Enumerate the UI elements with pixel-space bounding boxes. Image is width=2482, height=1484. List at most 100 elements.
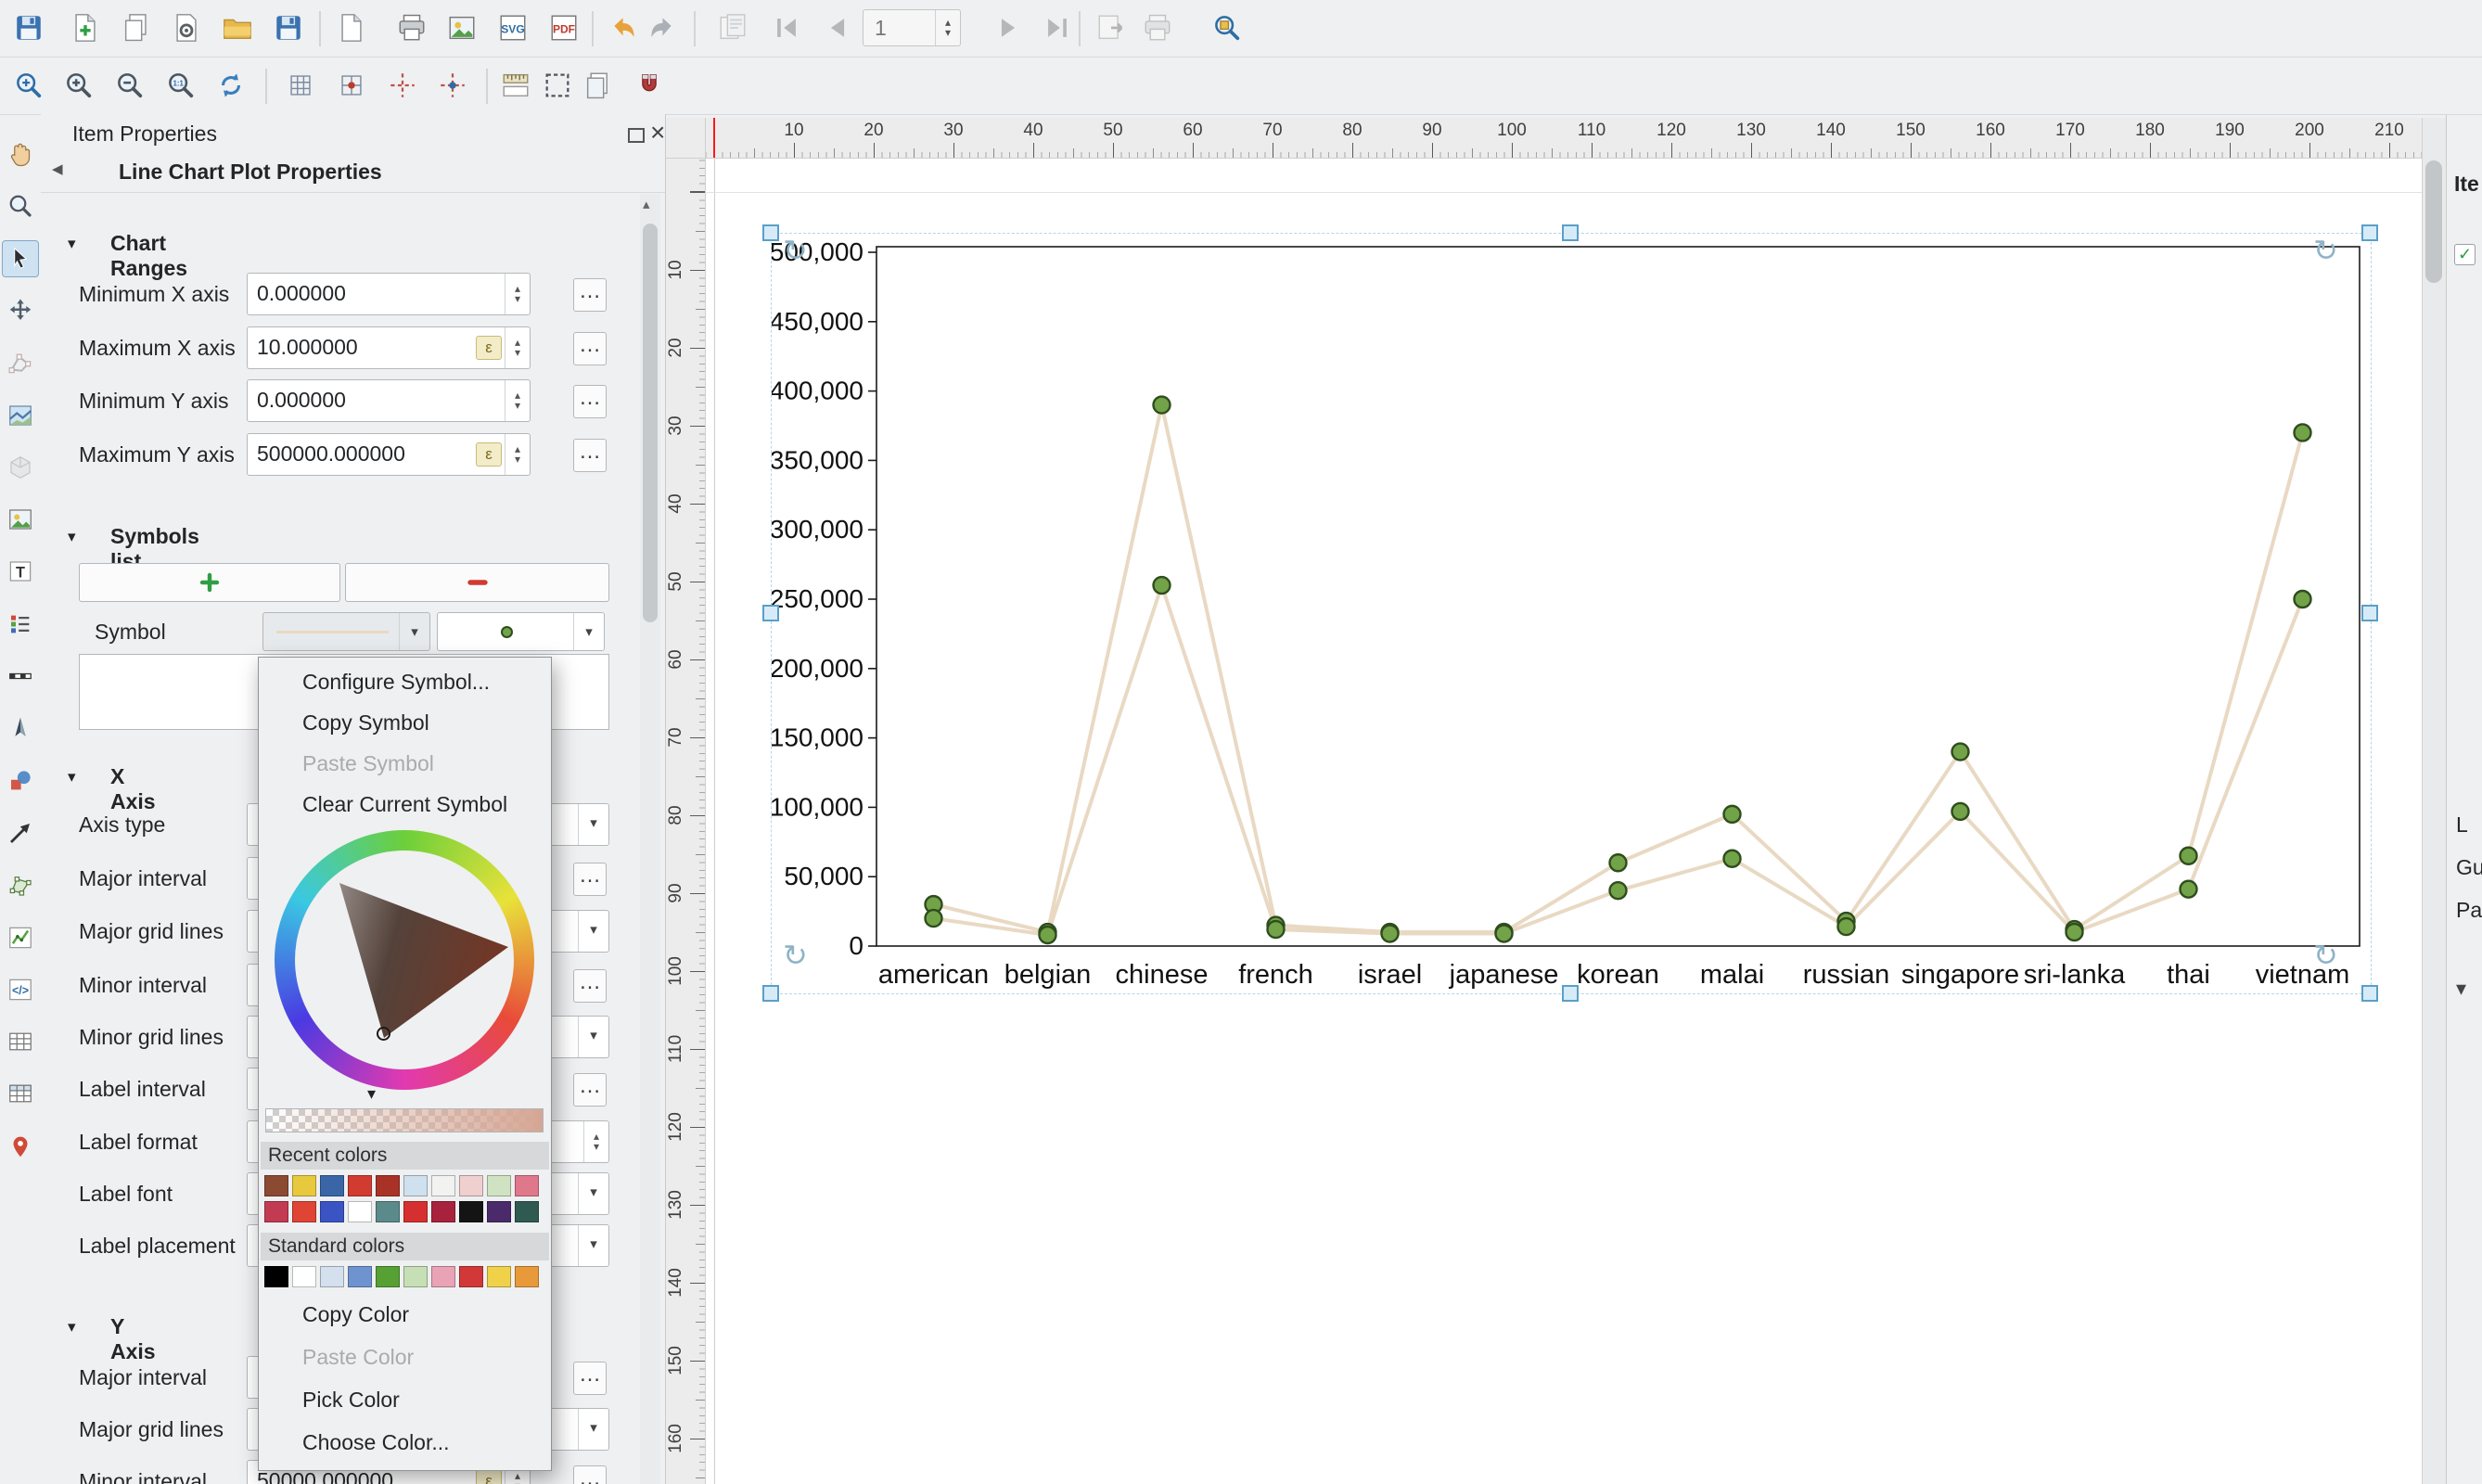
save-layout-button[interactable]: [268, 7, 309, 48]
add-arrow-tool[interactable]: [3, 815, 38, 851]
standard-color-swatch-1[interactable]: [264, 1266, 288, 1287]
minimum-x-axis-data-defined-button[interactable]: …: [573, 278, 607, 312]
selection-handle-top-center[interactable]: [1562, 224, 1579, 241]
standard-color-swatch-5[interactable]: [376, 1266, 400, 1287]
selection-handle-bottom-left[interactable]: [762, 985, 779, 1002]
standard-color-swatch-4[interactable]: [348, 1266, 372, 1287]
layout-manager-button[interactable]: [166, 7, 207, 48]
export-as-image-button[interactable]: [441, 7, 482, 48]
label-format-spin-buttons[interactable]: ▴▾: [583, 1121, 608, 1162]
minimum-y-axis-field[interactable]: 0.000000▴▾: [247, 379, 531, 422]
maximum-x-axis-data-defined-button[interactable]: …: [573, 332, 607, 365]
canvas-scrollbar-thumb[interactable]: [2425, 160, 2442, 283]
clear-current-symbol-menu-item[interactable]: Clear Current Symbol: [260, 784, 550, 825]
undo-button[interactable]: [604, 7, 645, 48]
duplicate-layout-button[interactable]: [116, 7, 157, 48]
maximum-x-axis-spin-buttons[interactable]: ▴▾: [505, 327, 530, 368]
recent-color-swatch-9[interactable]: [487, 1175, 511, 1196]
remove-symbol-button[interactable]: [345, 563, 609, 602]
standard-color-swatch-6[interactable]: [403, 1266, 428, 1287]
chart-layout-item[interactable]: 050,000100,000150,000200,000250,000300,0…: [771, 233, 2372, 994]
recent-color-swatch-7[interactable]: [431, 1175, 455, 1196]
add-fixed-table-tool[interactable]: [3, 1076, 38, 1111]
major-interval-data-defined-button[interactable]: …: [573, 1362, 607, 1395]
minimum-x-axis-spin-buttons[interactable]: ▴▾: [505, 274, 530, 314]
zoom-full-button[interactable]: [8, 65, 49, 106]
recent-color-swatch-5[interactable]: [376, 1201, 400, 1222]
recent-color-swatch-9[interactable]: [487, 1201, 511, 1222]
item-visibility-checkbox[interactable]: ✓: [2454, 244, 2476, 265]
recent-color-swatch-3[interactable]: [320, 1175, 344, 1196]
standard-color-swatch-8[interactable]: [459, 1266, 483, 1287]
add-marker-tool[interactable]: [3, 1129, 38, 1164]
snap-to-items-button[interactable]: [629, 65, 670, 106]
symbol-marker-combo[interactable]: ▾: [437, 612, 605, 651]
recent-color-swatch-10[interactable]: [515, 1201, 539, 1222]
recent-color-swatch-8[interactable]: [459, 1175, 483, 1196]
minimum-x-axis-field[interactable]: 0.000000▴▾: [247, 273, 531, 315]
show-bounding-boxes-button[interactable]: [537, 65, 578, 106]
label-interval-data-defined-button[interactable]: …: [573, 1073, 607, 1107]
selection-handle-bottom-right[interactable]: [2361, 985, 2378, 1002]
zoom-tool[interactable]: [3, 188, 38, 224]
add-scalebar-tool[interactable]: [3, 659, 38, 694]
recent-color-swatch-2[interactable]: [292, 1175, 316, 1196]
page-setup-button[interactable]: [331, 7, 372, 48]
maximum-y-axis-data-defined-button[interactable]: …: [573, 439, 607, 472]
recent-color-swatch-6[interactable]: [403, 1201, 428, 1222]
show-grid-button[interactable]: [280, 65, 321, 106]
maximum-y-axis-spin-buttons[interactable]: ▴▾: [505, 434, 530, 475]
close-panel-button[interactable]: ×: [650, 118, 665, 147]
choose-color-menu-item[interactable]: Choose Color...: [260, 1422, 550, 1463]
save-project-button[interactable]: [8, 7, 49, 48]
standard-color-swatch-2[interactable]: [292, 1266, 316, 1287]
pan-layout-tool[interactable]: [3, 136, 38, 172]
major-interval-data-defined-button[interactable]: …: [573, 863, 607, 896]
copy-symbol-menu-item[interactable]: Copy Symbol: [260, 702, 550, 743]
recent-color-swatch-8[interactable]: [459, 1201, 483, 1222]
selection-handle-middle-right[interactable]: [2361, 605, 2378, 621]
symbol-line-combo[interactable]: ▾: [262, 612, 430, 651]
open-layout-button[interactable]: [217, 7, 258, 48]
zoom-actual-size-button[interactable]: 1:1: [160, 65, 201, 106]
add-label-tool[interactable]: T: [3, 554, 38, 589]
spinbox-arrows[interactable]: ▴▾: [935, 10, 960, 45]
show-guides-button[interactable]: [382, 65, 423, 106]
add-symbol-button[interactable]: [79, 563, 340, 602]
select-move-item-tool[interactable]: [3, 241, 38, 276]
preview-atlas-button[interactable]: [1207, 7, 1247, 48]
show-pages-button[interactable]: [578, 65, 619, 106]
standard-color-swatch-7[interactable]: [431, 1266, 455, 1287]
color-wheel[interactable]: [275, 830, 534, 1090]
alpha-slider[interactable]: [265, 1108, 544, 1132]
add-attribute-table-tool[interactable]: [3, 1024, 38, 1059]
back-icon[interactable]: ◀: [52, 160, 63, 177]
ruler-left[interactable]: 102030405060708090100110120130140150160: [665, 159, 706, 1484]
zoom-out-button[interactable]: [109, 65, 150, 106]
minimum-y-axis-spin-buttons[interactable]: ▴▾: [505, 380, 530, 421]
add-map-tool[interactable]: [3, 398, 38, 433]
standard-color-swatch-10[interactable]: [515, 1266, 539, 1287]
standard-color-swatch-3[interactable]: [320, 1266, 344, 1287]
maximum-x-axis-field[interactable]: 10.000000ε▴▾: [247, 326, 531, 369]
scroll-up-icon[interactable]: ▴: [643, 196, 650, 212]
recent-color-swatch-4[interactable]: [348, 1175, 372, 1196]
atlas-page-spinbox[interactable]: 1 ▴▾: [863, 9, 961, 46]
recent-color-swatch-10[interactable]: [515, 1175, 539, 1196]
ruler-top[interactable]: 1020304050607080901001101201301401501601…: [706, 118, 2422, 159]
minor-interval-data-defined-button[interactable]: …: [573, 969, 607, 1003]
add-plot-item-tool[interactable]: [3, 920, 38, 955]
layout-canvas[interactable]: 050,000100,000150,000200,000250,000300,0…: [706, 159, 2422, 1484]
add-node-item-tool[interactable]: [3, 867, 38, 902]
add-shape-tool[interactable]: [3, 763, 38, 799]
panel-scrollbar-thumb[interactable]: [643, 224, 658, 622]
recent-color-swatch-3[interactable]: [320, 1201, 344, 1222]
recent-color-swatch-7[interactable]: [431, 1201, 455, 1222]
recent-color-swatch-4[interactable]: [348, 1201, 372, 1222]
minor-interval-data-defined-button[interactable]: …: [573, 1465, 607, 1484]
selection-handle-middle-left[interactable]: [762, 605, 779, 621]
recent-color-swatch-6[interactable]: [403, 1175, 428, 1196]
selection-handle-top-left[interactable]: [762, 224, 779, 241]
minimum-y-axis-data-defined-button[interactable]: …: [573, 385, 607, 418]
new-layout-button[interactable]: [65, 7, 106, 48]
